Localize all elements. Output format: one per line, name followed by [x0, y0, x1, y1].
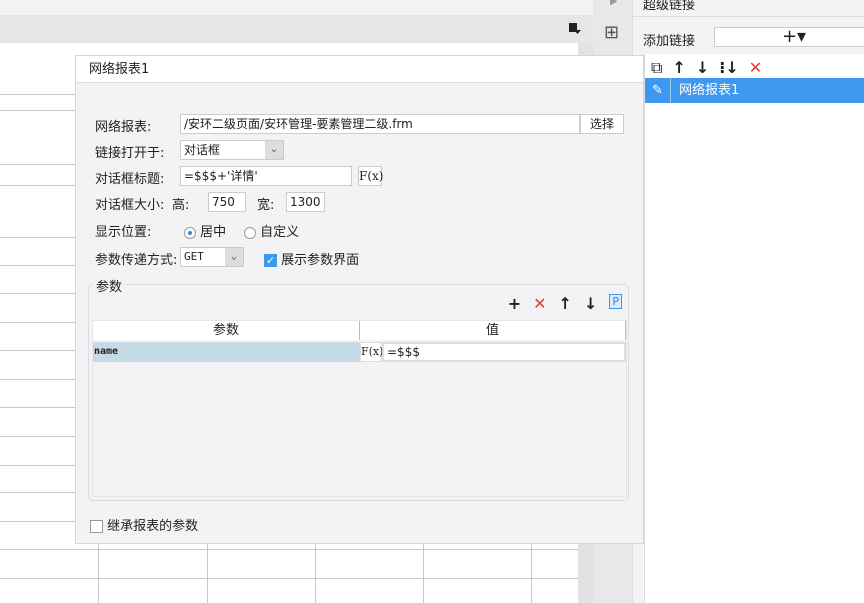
format-painter-icon[interactable]	[568, 22, 582, 36]
formula-button[interactable]: F(x)	[358, 166, 383, 186]
chevron-down-icon[interactable]: ⌄	[225, 248, 243, 266]
toolbar	[0, 15, 593, 43]
open-in-value: 对话框	[184, 143, 221, 157]
formula-button[interactable]: F(x)	[360, 342, 383, 362]
select-button[interactable]: 选择	[580, 114, 624, 134]
dialog-title: 网络报表1	[76, 56, 643, 83]
move-up-icon[interactable]: ↑	[559, 294, 572, 313]
move-up-icon[interactable]: ↑	[672, 58, 685, 78]
chevron-down-icon[interactable]: ⌄	[265, 141, 283, 159]
move-down-icon[interactable]: ↓	[584, 294, 597, 313]
copy-icon[interactable]: ⧉	[651, 58, 662, 78]
param-name-cell[interactable]: name	[93, 342, 360, 362]
link-list-item[interactable]: ✎ 网络报表1	[645, 78, 864, 103]
method-label: 参数传递方式:	[95, 253, 178, 268]
top-strip	[0, 0, 593, 15]
params-group: 参数 + ✕ ↑ ↓ P 参数 值 name F(x) =$$$	[88, 276, 629, 501]
width-input[interactable]: 1300	[286, 192, 325, 212]
add-param-icon[interactable]: +	[508, 294, 521, 313]
inherit-params-checkbox[interactable]: 继承报表的参数	[90, 515, 198, 534]
method-value: GET	[184, 250, 204, 263]
open-in-select[interactable]: 对话框 ⌄	[180, 140, 284, 160]
delete-icon[interactable]: ✕	[749, 58, 762, 78]
report-path-input[interactable]: /安环二级页面/安环管理-要素管理二级.frm	[180, 114, 580, 134]
panel-title: 超级链接	[643, 0, 696, 13]
params-table: 参数 值 name F(x) =$$$	[92, 320, 627, 497]
position-label: 显示位置:	[95, 225, 152, 240]
method-select[interactable]: GET ⌄	[180, 247, 244, 267]
show-params-checkbox[interactable]: ✓ 展示参数界面	[264, 249, 359, 268]
add-link-button[interactable]: +▾	[714, 27, 864, 47]
open-in-label: 链接打开于:	[95, 146, 165, 161]
report-label: 网络报表:	[95, 120, 152, 135]
column-header-value: 值	[360, 321, 626, 340]
move-down-icon[interactable]: ↓	[696, 58, 709, 78]
position-center-radio[interactable]: 居中	[184, 221, 226, 240]
height-input[interactable]: 750	[208, 192, 246, 212]
delete-param-icon[interactable]: ✕	[533, 294, 546, 313]
expand-arrow-icon[interactable]: ▶	[610, 0, 618, 7]
column-header-param: 参数	[93, 321, 360, 340]
edit-pencil-icon[interactable]: ✎	[645, 78, 671, 103]
table-row[interactable]: name F(x) =$$$	[93, 342, 626, 362]
height-label: 高:	[172, 198, 190, 213]
param-value-cell[interactable]: =$$$	[382, 342, 626, 362]
cell-element-icon[interactable]: ⊞	[604, 22, 619, 43]
add-link-label: 添加链接	[643, 34, 696, 49]
dialog-title-input[interactable]: =$$$+'详情'	[180, 166, 352, 186]
dialog-title-label: 对话框标题:	[95, 172, 165, 187]
params-legend: 参数	[93, 276, 126, 295]
link-list: ⧉ ↑ ↓ ⁝↓ ✕ ✎ 网络报表1	[644, 54, 864, 603]
position-custom-radio[interactable]: 自定义	[244, 221, 299, 240]
hyperlink-panel: 超级链接 添加链接 +▾ ⧉ ↑ ↓ ⁝↓ ✕ ✎ 网络报表1	[632, 0, 864, 603]
link-item-label: 网络报表1	[679, 83, 740, 98]
move-bottom-icon[interactable]: ⁝↓	[719, 58, 738, 78]
width-label: 宽:	[257, 198, 275, 213]
web-report-dialog: 网络报表1 网络报表: /安环二级页面/安环管理-要素管理二级.frm 选择 链…	[75, 55, 644, 544]
param-p-button[interactable]: P	[609, 294, 622, 309]
dialog-size-label: 对话框大小:	[95, 198, 165, 213]
